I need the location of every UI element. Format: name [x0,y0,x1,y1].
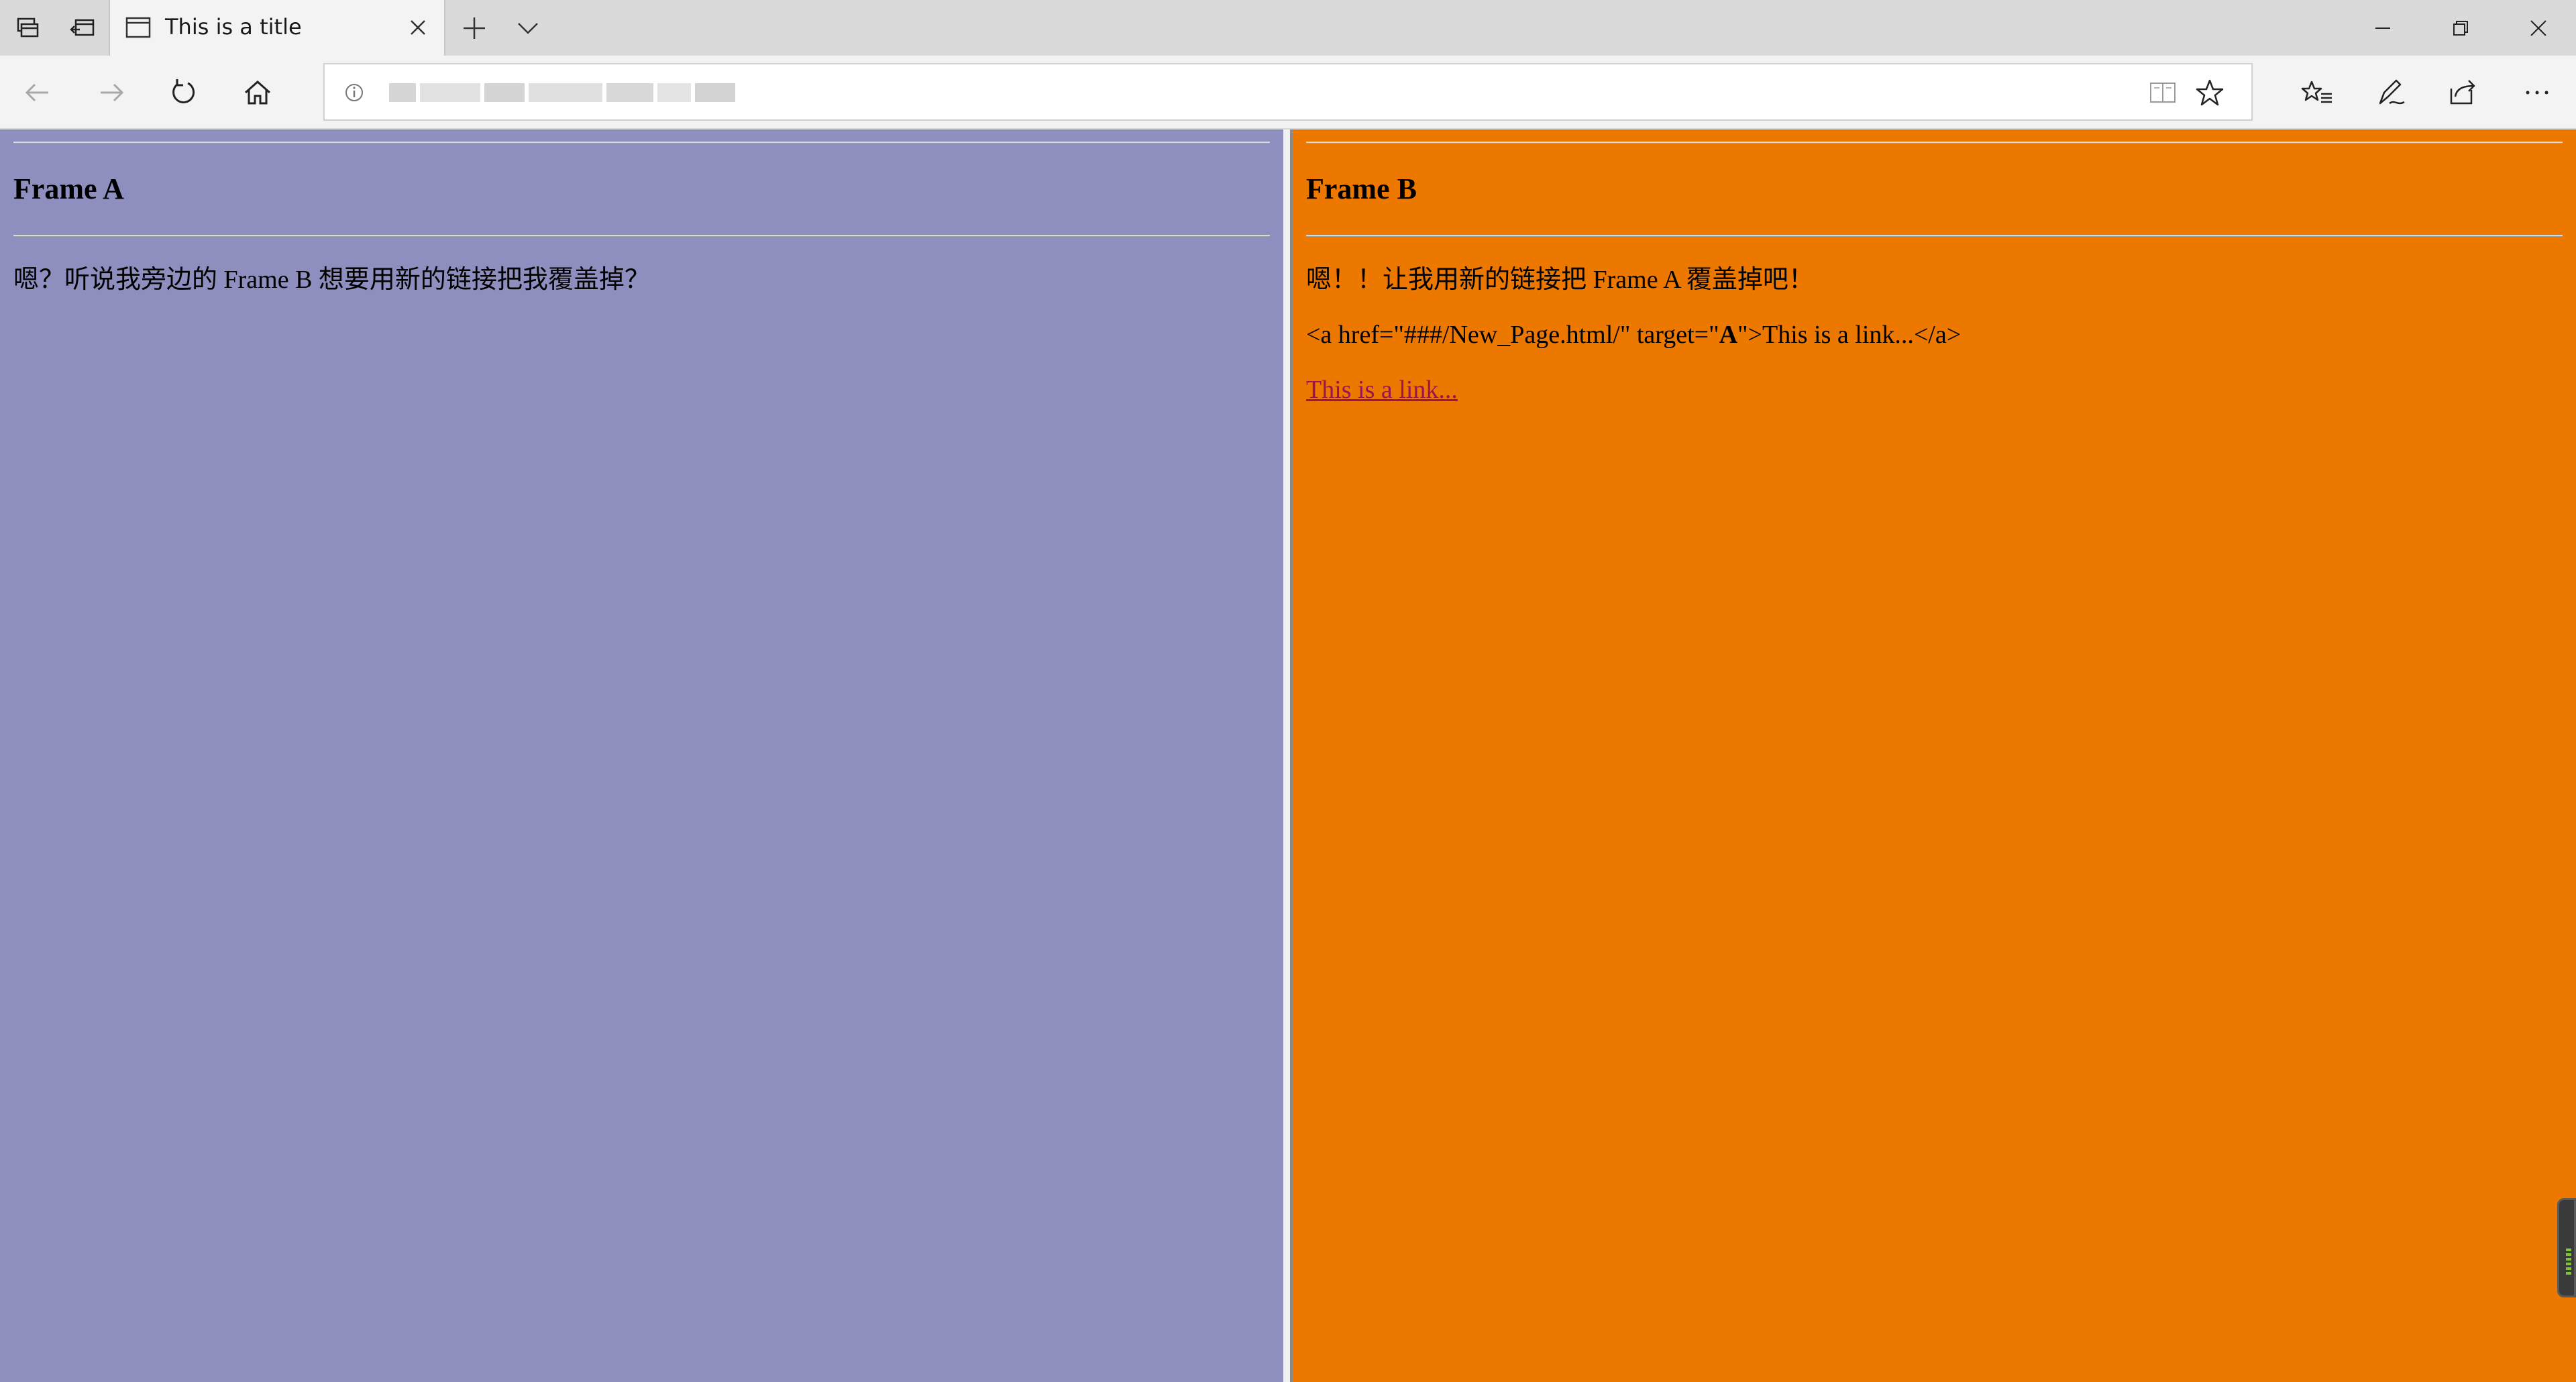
set-tabs-aside-button[interactable] [55,0,110,56]
grip-indicator [2566,1248,2571,1275]
restore-button[interactable] [2422,0,2500,56]
address-bar[interactable] [323,63,2253,121]
code-after: ">This is a link...</a> [1737,321,1962,349]
horizontal-rule [13,235,1270,237]
favorites-button[interactable] [2284,56,2351,129]
close-icon [2530,19,2546,36]
frame-resize-divider[interactable] [1283,129,1293,1382]
refresh-icon [172,79,195,103]
tab-title: This is a title [165,14,302,40]
frame-a-text: 嗯？听说我旁边的 Frame B 想要用新的链接把我覆盖掉？ [13,266,650,294]
code-snippet: <a href="###/New_Page.html/" target="A">… [1306,319,2563,351]
home-icon [245,80,270,105]
plus-icon [464,17,485,39]
horizontal-rule [13,142,1270,144]
minimize-button[interactable] [2344,0,2422,56]
arrow-left-icon [25,83,48,102]
side-panel-handle[interactable] [2557,1198,2576,1297]
frame-a: Frame A 嗯？听说我旁边的 Frame B 想要用新的链接把我覆盖掉？ [0,129,1283,1382]
star-icon[interactable] [2194,76,2226,109]
tab-groups-icon [17,17,39,37]
active-tab[interactable]: This is a title [109,0,445,56]
reading-view-icon[interactable] [2148,78,2178,107]
frame-b-heading: Frame B [1306,172,1417,205]
close-icon [411,20,425,35]
chevron-down-icon [518,22,538,34]
frame-b-text: 嗯！！让我用新的链接把 Frame A 覆盖掉吧！ [1306,266,1814,294]
tab-strip: This is a title [0,0,2576,56]
back-button[interactable] [4,56,71,129]
info-icon[interactable] [341,79,368,106]
code-before: <a href="###/New_Page.html/" target=" [1306,321,1719,349]
url-obscured [389,83,738,102]
page-content: Frame A 嗯？听说我旁边的 Frame B 想要用新的链接把我覆盖掉？ F… [0,129,2576,1382]
arrow-right-icon [101,83,124,102]
refresh-button[interactable] [150,56,217,129]
navigation-toolbar [0,56,2576,129]
more-icon [2526,91,2548,95]
link-paragraph: This is a link... [1306,374,2563,406]
horizontal-rule [1306,235,2563,237]
minimize-icon [2375,27,2390,29]
tab-preview-button[interactable] [500,0,555,56]
favorites-icon [2301,81,2332,103]
pen-icon [2379,79,2405,105]
page-icon [125,17,151,38]
close-window-button[interactable] [2500,0,2576,56]
tab-groups-button[interactable] [0,0,55,56]
restore-icon [2453,20,2468,36]
forward-button[interactable] [78,56,145,129]
new-page-link[interactable]: This is a link... [1306,376,1458,404]
set-aside-icon [70,19,95,36]
share-icon [2450,80,2475,105]
notes-button[interactable] [2357,56,2424,129]
horizontal-rule [1306,142,2563,144]
more-options-button[interactable] [2504,56,2571,129]
share-button[interactable] [2430,56,2497,129]
code-target: A [1719,321,1738,349]
new-tab-button[interactable] [447,0,502,56]
tab-close-button[interactable] [401,11,435,44]
frame-b: Frame B 嗯！！让我用新的链接把 Frame A 覆盖掉吧！ <a hre… [1293,129,2576,1382]
frame-a-heading: Frame A [13,172,124,205]
home-button[interactable] [224,56,291,129]
